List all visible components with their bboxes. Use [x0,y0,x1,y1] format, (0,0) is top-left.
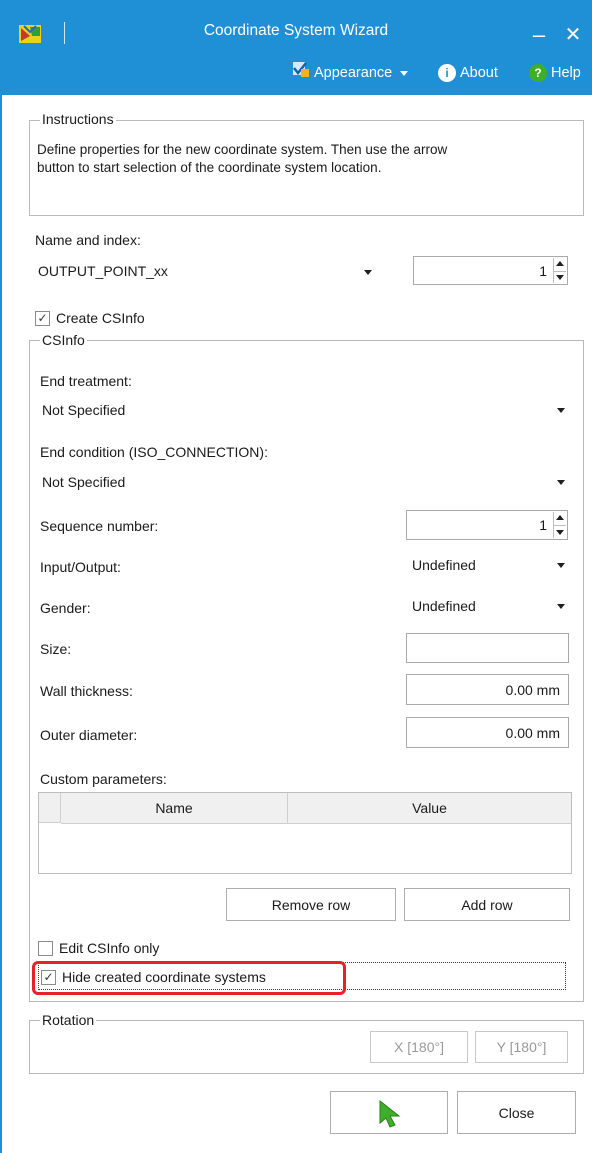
end-treatment-label: End treatment: [40,373,132,389]
chevron-down-icon [557,480,565,485]
end-condition-dropdown[interactable]: Not Specified [36,470,574,496]
arrow-cursor-icon [379,1099,401,1128]
window-title: Coordinate System Wizard [203,22,389,39]
spinner-arrows-icon[interactable] [553,512,566,538]
chevron-down-icon [557,604,565,609]
checkbox-box[interactable] [38,940,53,956]
rotation-legend: Rotation [40,1012,97,1028]
rotate-y-button[interactable]: Y [180°] [475,1031,568,1063]
csinfo-legend: CSInfo [40,332,87,348]
checkbox-box[interactable]: ✓ [41,969,56,985]
custom-parameters-label: Custom parameters: [40,771,167,787]
create-csinfo-label: Create CSInfo [56,310,145,326]
chevron-down-icon [364,270,372,275]
hide-created-coordinate-systems-checkbox[interactable]: ✓ Hide created coordinate systems [41,969,266,985]
add-row-button[interactable]: Add row [404,888,570,921]
index-spinner[interactable]: 1 [413,256,568,285]
sequence-number-label: Sequence number: [40,518,159,534]
name-index-label: Name and index: [35,232,141,248]
sequence-number-spinner[interactable]: 1 [406,510,568,540]
instructions-line-1: Define properties for the new coordinate… [37,142,448,157]
close-window-button[interactable]: ✕ [560,20,586,50]
hide-created-coordinate-systems-label: Hide created coordinate systems [62,969,266,985]
close-button[interactable]: Close [457,1091,576,1134]
outer-diameter-label: Outer diameter: [40,727,138,743]
input-output-dropdown[interactable]: Undefined [406,553,574,579]
input-output-value: Undefined [412,557,476,573]
wall-thickness-field[interactable]: 0.00 mm [406,674,569,705]
appearance-menu-button[interactable]: Appearance [292,60,409,87]
appearance-label: Appearance [314,65,393,81]
edit-csinfo-only-checkbox[interactable]: Edit CSInfo only [38,940,159,956]
edit-csinfo-only-label: Edit CSInfo only [59,940,160,956]
about-menu-button[interactable]: i About [438,60,498,86]
instructions-legend: Instructions [40,111,116,127]
spinner-arrows-icon[interactable] [553,258,566,283]
row-header-corner [39,793,61,823]
size-label: Size: [40,641,72,657]
info-icon: i [438,64,456,82]
outer-diameter-value: 0.00 mm [505,724,560,741]
help-menu-button[interactable]: ? Help [529,60,581,86]
input-output-label: Input/Output: [40,559,121,575]
outer-diameter-field[interactable]: 0.00 mm [406,717,569,748]
checkbox-box[interactable]: ✓ [35,310,50,326]
column-header-name[interactable]: Name [61,793,288,824]
wall-thickness-value: 0.00 mm [505,681,560,698]
name-dropdown-value: OUTPUT_POINT_xx [38,263,168,279]
chevron-down-icon [557,408,565,413]
wall-thickness-label: Wall thickness: [40,683,133,699]
create-csinfo-checkbox[interactable]: ✓ Create CSInfo [35,310,145,326]
end-condition-value: Not Specified [42,474,126,490]
end-condition-label: End condition (ISO_CONNECTION): [40,444,268,460]
remove-row-button[interactable]: Remove row [226,888,396,921]
gender-label: Gender: [40,600,91,616]
end-treatment-value: Not Specified [42,402,126,418]
chevron-down-icon [557,563,565,568]
index-value: 1 [539,262,547,279]
minimize-button[interactable]: – [528,20,550,50]
window-left-border [0,95,2,1153]
help-label: Help [551,65,581,81]
column-header-value[interactable]: Value [288,793,571,824]
gender-value: Undefined [412,598,476,614]
sequence-number-value: 1 [539,517,547,533]
start-selection-button[interactable] [330,1091,448,1134]
rotate-x-button[interactable]: X [180°] [370,1031,468,1063]
about-label: About [460,65,498,81]
instructions-text: Define properties for the new coordinate… [37,141,577,177]
gender-dropdown[interactable]: Undefined [406,594,574,620]
custom-parameters-table[interactable]: Name Value [38,792,572,874]
name-dropdown[interactable]: OUTPUT_POINT_xx [30,259,385,285]
size-field[interactable] [406,633,569,663]
help-icon: ? [529,64,547,82]
instructions-line-2: button to start selection of the coordin… [37,160,382,175]
appearance-icon [292,60,310,87]
end-treatment-dropdown[interactable]: Not Specified [36,398,574,424]
chevron-down-icon [400,70,409,76]
